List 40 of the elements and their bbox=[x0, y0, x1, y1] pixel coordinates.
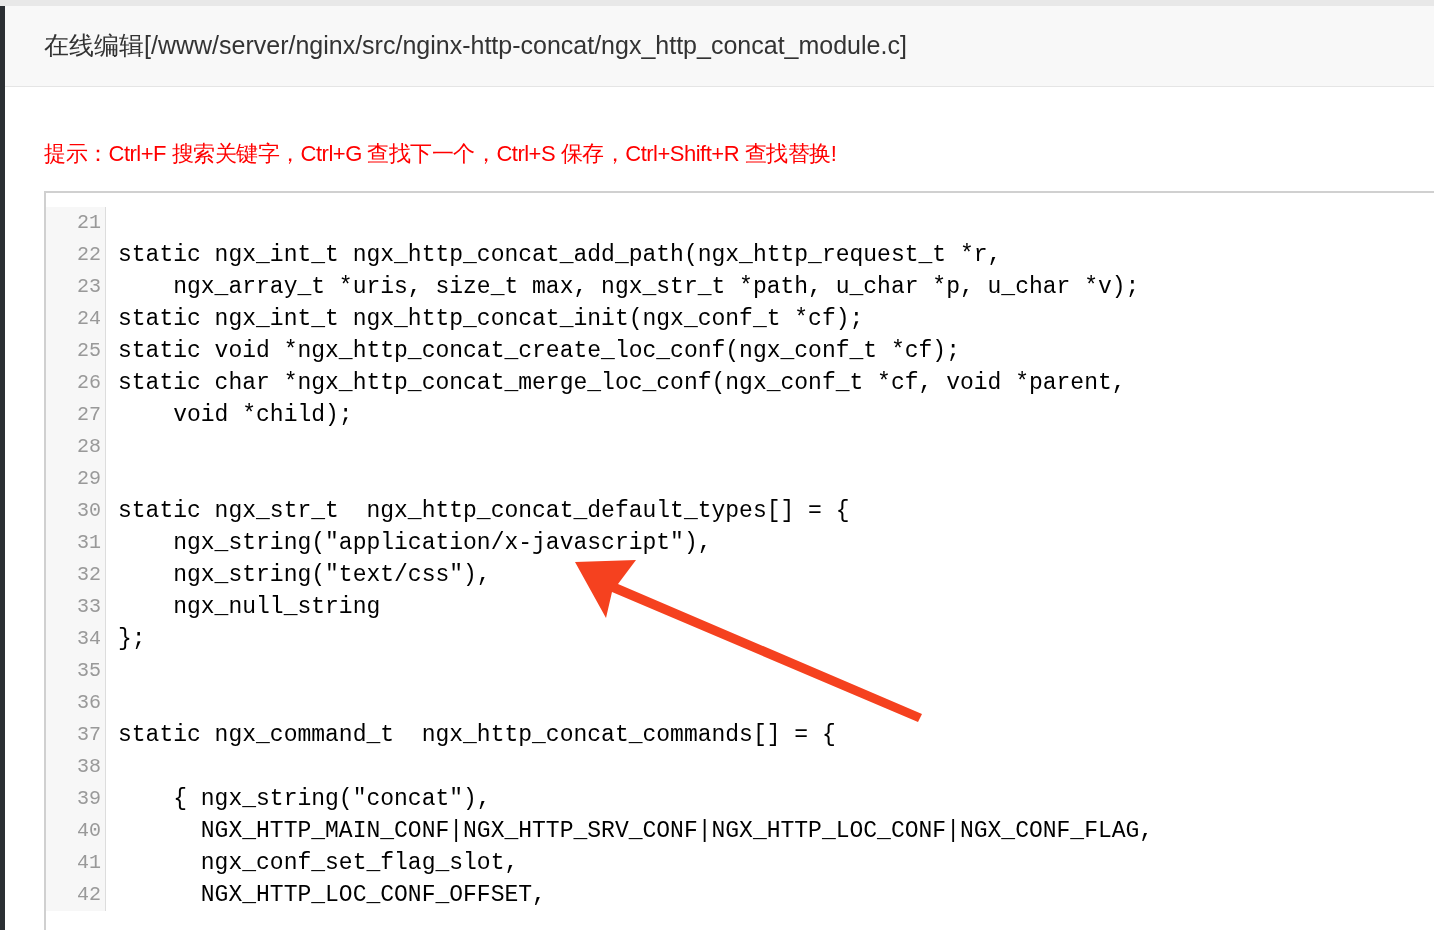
line-number: 33 bbox=[46, 591, 106, 624]
code-line: static ngx_str_t ngx_http_concat_default_types[] = { bbox=[118, 497, 850, 527]
code-line: NGX_HTTP_LOC_CONF_OFFSET, bbox=[199, 881, 546, 911]
code-line: static ngx_int_t ngx_http_concat_add_path(ngx_http_request_t *r, bbox=[118, 241, 1002, 271]
line-number: 25 bbox=[46, 335, 106, 368]
line-number: 26 bbox=[46, 367, 106, 400]
code-line: void *child); bbox=[172, 401, 353, 431]
line-number: 24 bbox=[46, 303, 106, 336]
line-number: 39 bbox=[46, 783, 106, 816]
line-number: 41 bbox=[46, 847, 106, 880]
dialog-title: 在线编辑[/www/server/nginx/src/nginx-http-concat/ngx_http_concat_module.c] bbox=[44, 30, 907, 62]
code-line: { ngx_string("concat"), bbox=[172, 785, 491, 815]
code-line: ngx_string("text/css"), bbox=[172, 561, 491, 591]
line-number: 29 bbox=[46, 463, 106, 496]
line-number: 35 bbox=[46, 655, 106, 688]
code-line: static ngx_command_t ngx_http_concat_commands[] = { bbox=[118, 721, 836, 751]
code-line: ngx_string("application/x-javascript"), bbox=[172, 529, 712, 559]
code-line: NGX_HTTP_MAIN_CONF|NGX_HTTP_SRV_CONF|NGX_HTTP_LOC_CONF|NGX_CONF_FLAG, bbox=[199, 817, 1154, 847]
line-number: 34 bbox=[46, 623, 106, 656]
line-number: 27 bbox=[46, 399, 106, 432]
code-line: }; bbox=[118, 625, 146, 655]
line-number: 37 bbox=[46, 719, 106, 752]
hint-text: 提示：Ctrl+F 搜索关键字，Ctrl+G 查找下一个，Ctrl+S 保存，Ctrl+Shift+R 查找替换! bbox=[44, 141, 837, 167]
line-number: 21 bbox=[46, 207, 106, 240]
line-number: 22 bbox=[46, 239, 106, 272]
line-number: 32 bbox=[46, 559, 106, 592]
code-line: static char *ngx_http_concat_merge_loc_conf(ngx_conf_t *cf, void *parent, bbox=[118, 369, 1126, 399]
line-number: 36 bbox=[46, 687, 106, 720]
code-line: static ngx_int_t ngx_http_concat_init(ngx_conf_t *cf); bbox=[118, 305, 864, 335]
line-number: 38 bbox=[46, 751, 106, 784]
code-line: ngx_conf_set_flag_slot, bbox=[199, 849, 519, 879]
line-number: 23 bbox=[46, 271, 106, 304]
line-number: 28 bbox=[46, 431, 106, 464]
line-number: 40 bbox=[46, 815, 106, 848]
line-number: 31 bbox=[46, 527, 106, 560]
line-number: 42 bbox=[46, 879, 106, 912]
code-line: static void *ngx_http_concat_create_loc_conf(ngx_conf_t *cf); bbox=[118, 337, 960, 367]
code-line: ngx_array_t *uris, size_t max, ngx_str_t *path, u_char *p, u_char *v); bbox=[172, 273, 1140, 303]
line-number: 30 bbox=[46, 495, 106, 528]
code-line: ngx_null_string bbox=[172, 593, 381, 623]
